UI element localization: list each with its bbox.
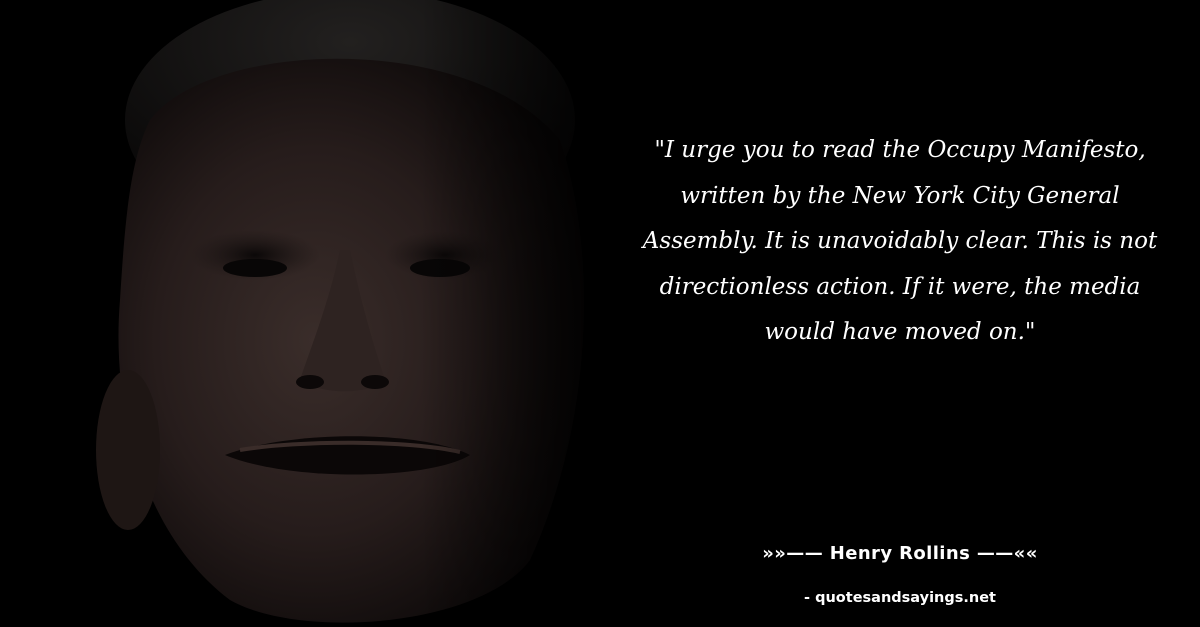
source-watermark: - quotesandsayings.net [804,590,996,606]
quote-text: "I urge you to read the Occupy Manifesto… [642,137,1158,345]
quote-card: "I urge you to read the Occupy Manifesto… [0,0,1200,627]
author-line: »»—— Henry Rollins ——«« [762,543,1038,564]
